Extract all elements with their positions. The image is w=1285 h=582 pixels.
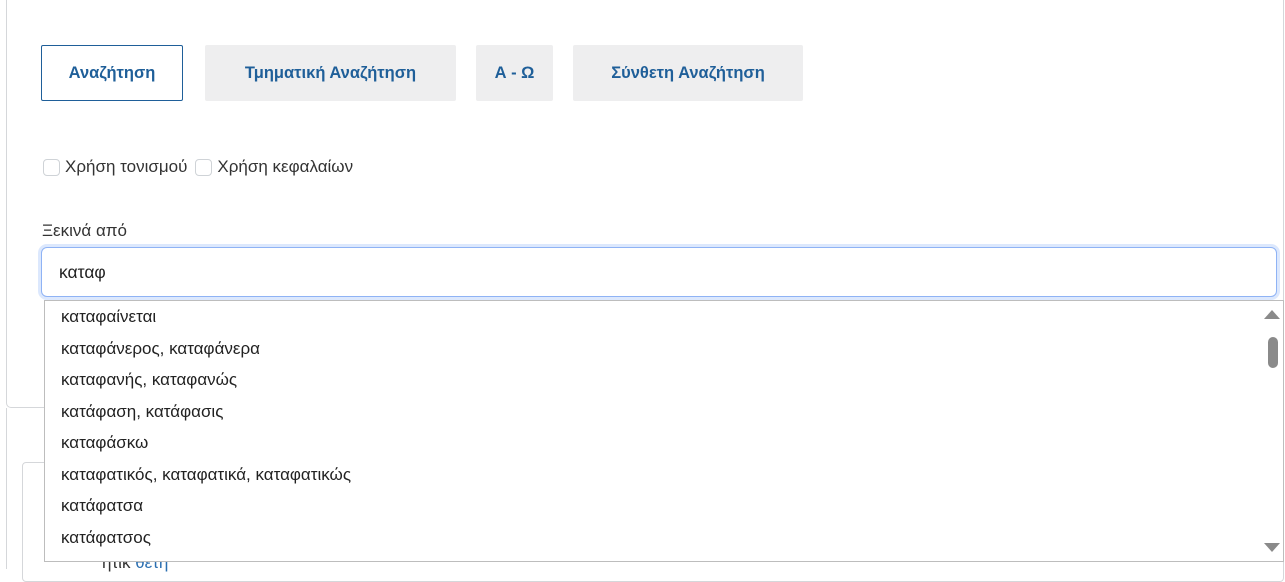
tab-partial-search[interactable]: Τμηματική Αναζήτηση	[205, 45, 456, 101]
autocomplete-dropdown: καταφαίνεται καταφάνερος, καταφάνερα κατ…	[44, 300, 1284, 562]
tab-label: Α - Ω	[494, 63, 535, 82]
suggestion-item[interactable]: καταφατικός, καταφατικά, καταφατικώς	[45, 459, 1267, 491]
dropdown-scrollbar[interactable]	[1264, 301, 1283, 561]
caps-checkbox[interactable]	[195, 158, 213, 176]
tab-search[interactable]: Αναζήτηση	[41, 45, 183, 101]
suggestion-list: καταφαίνεται καταφάνερος, καταφάνερα κατ…	[45, 301, 1267, 553]
caps-label: Χρήση κεφαλαίων	[217, 157, 354, 176]
scroll-up-arrow-icon[interactable]	[1264, 310, 1280, 319]
caps-option[interactable]: Χρήση κεφαλαίων	[195, 157, 353, 177]
suggestion-item[interactable]: καταφάσκω	[45, 427, 1267, 459]
suggestion-item[interactable]: κατάφαση, κατάφασις	[45, 396, 1267, 428]
search-input[interactable]	[41, 247, 1277, 297]
starts-with-label: Ξεκινά από	[42, 221, 127, 240]
tab-advanced-search[interactable]: Σύνθετη Αναζήτηση	[573, 45, 803, 101]
suggestion-item[interactable]: κατάφατσα	[45, 490, 1267, 522]
scroll-down-arrow-icon[interactable]	[1264, 543, 1280, 552]
scroll-thumb[interactable]	[1268, 337, 1278, 368]
card-edge	[6, 408, 7, 569]
suggestion-item[interactable]: καταφάνερος, καταφάνερα	[45, 333, 1267, 365]
suggestion-item[interactable]: κατάφατσος	[45, 522, 1267, 554]
accent-option[interactable]: Χρήση τονισμού	[43, 157, 187, 177]
accent-checkbox[interactable]	[43, 158, 60, 176]
tab-label: Σύνθετη Αναζήτηση	[611, 63, 765, 82]
tab-alphabetical[interactable]: Α - Ω	[476, 45, 553, 101]
tab-label: Αναζήτηση	[68, 63, 156, 82]
suggestion-item[interactable]: καταφανής, καταφανώς	[45, 364, 1267, 396]
accent-label: Χρήση τονισμού	[65, 157, 188, 176]
search-options: Χρήση τονισμού Χρήση κεφαλαίων	[43, 157, 361, 177]
suggestion-item[interactable]: καταφαίνεται	[45, 301, 1267, 333]
tab-label: Τμηματική Αναζήτηση	[244, 63, 417, 82]
